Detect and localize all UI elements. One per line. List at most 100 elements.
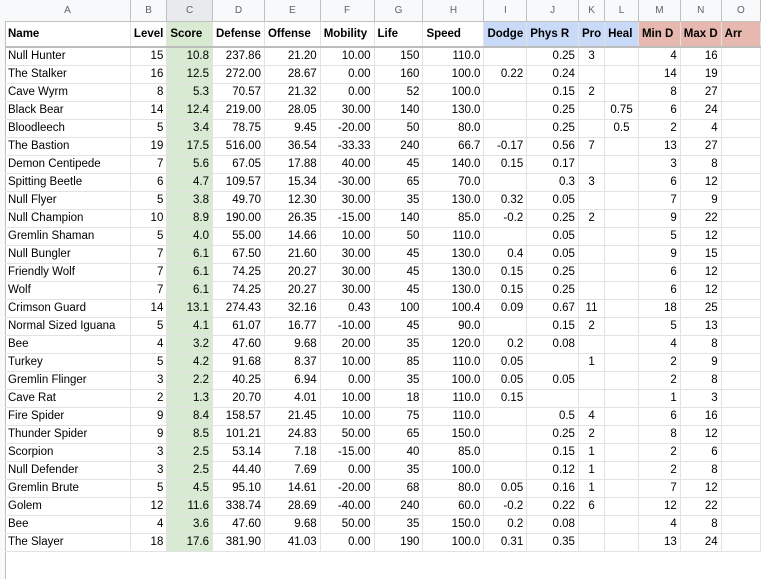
cell-h[interactable]: 100.4: [422, 299, 485, 318]
cell-f[interactable]: 0.00: [320, 461, 375, 480]
cell-m[interactable]: 2: [638, 371, 681, 390]
column-header-n[interactable]: N: [680, 0, 722, 22]
cell-j[interactable]: 0.3: [526, 173, 579, 192]
cell-f[interactable]: -15.00: [320, 443, 375, 462]
cell-c[interactable]: 3.8: [166, 191, 213, 210]
cell-n[interactable]: 9: [680, 191, 722, 210]
cell-h[interactable]: 130.0: [422, 191, 485, 210]
cell-i[interactable]: [483, 425, 528, 444]
cell-d[interactable]: 55.00: [212, 227, 265, 246]
cell-i[interactable]: 0.4: [483, 245, 528, 264]
cell-g[interactable]: 140: [374, 209, 424, 228]
cell-c[interactable]: 6.1: [166, 263, 213, 282]
cell-e[interactable]: 20.27: [264, 281, 321, 300]
cell-b[interactable]: 3: [130, 461, 168, 480]
cell-b[interactable]: 7: [130, 155, 168, 174]
cell-c[interactable]: 8.5: [166, 425, 213, 444]
cell-b[interactable]: 5: [130, 191, 168, 210]
cell-k[interactable]: 1: [578, 353, 606, 372]
cell-n[interactable]: 24: [680, 533, 722, 552]
cell-n[interactable]: 8: [680, 335, 722, 354]
cell-l[interactable]: [604, 209, 639, 228]
cell-o[interactable]: [721, 191, 761, 210]
cell-n[interactable]: 12: [680, 281, 722, 300]
column-header-a[interactable]: A: [5, 0, 131, 22]
cell-b[interactable]: 16: [130, 65, 168, 84]
cell-e[interactable]: 14.66: [264, 227, 321, 246]
cell-o[interactable]: [721, 335, 761, 354]
cell-n[interactable]: 6: [680, 443, 722, 462]
cell-f[interactable]: 10.00: [320, 47, 375, 66]
cell-i[interactable]: -0.2: [483, 209, 528, 228]
cell-k[interactable]: 4: [578, 407, 606, 426]
header-cell[interactable]: Arr: [721, 21, 761, 48]
cell-b[interactable]: 15: [130, 47, 168, 66]
cell-g[interactable]: 240: [374, 497, 424, 516]
cell-n[interactable]: 15: [680, 245, 722, 264]
cell-e[interactable]: 26.35: [264, 209, 321, 228]
cell-g[interactable]: 100: [374, 299, 424, 318]
cell-c[interactable]: 3.6: [166, 515, 213, 534]
cell-l[interactable]: [604, 371, 639, 390]
cell-o[interactable]: [721, 83, 761, 102]
cell-l[interactable]: [604, 515, 639, 534]
column-header-j[interactable]: J: [526, 0, 579, 22]
cell-c[interactable]: 1.3: [166, 389, 213, 408]
cell-b[interactable]: 14: [130, 101, 168, 120]
cell-m[interactable]: 3: [638, 155, 681, 174]
cell-o[interactable]: [721, 389, 761, 408]
cell-j[interactable]: 0.17: [526, 155, 579, 174]
cell-i[interactable]: [483, 119, 528, 138]
cell-c[interactable]: 17.6: [166, 533, 213, 552]
cell-k[interactable]: [578, 389, 606, 408]
cell-n[interactable]: 25: [680, 299, 722, 318]
cell-g[interactable]: 190: [374, 533, 424, 552]
cell-l[interactable]: [604, 281, 639, 300]
cell-l[interactable]: 0.75: [604, 101, 639, 120]
column-header-b[interactable]: B: [130, 0, 168, 22]
cell-d[interactable]: 95.10: [212, 479, 265, 498]
cell-j[interactable]: 0.05: [526, 371, 579, 390]
cell-d[interactable]: 47.60: [212, 335, 265, 354]
cell-i[interactable]: [483, 47, 528, 66]
cell-h[interactable]: 80.0: [422, 479, 485, 498]
cell-h[interactable]: 100.0: [422, 533, 485, 552]
cell-f[interactable]: 0.43: [320, 299, 375, 318]
cell-d[interactable]: 67.05: [212, 155, 265, 174]
cell-n[interactable]: 27: [680, 137, 722, 156]
cell-a[interactable]: Normal Sized Iguana: [5, 317, 131, 336]
cell-k[interactable]: 7: [578, 137, 606, 156]
cell-h[interactable]: 100.0: [422, 461, 485, 480]
cell-k[interactable]: [578, 119, 606, 138]
cell-l[interactable]: [604, 47, 639, 66]
header-cell[interactable]: Speed: [422, 21, 485, 48]
header-cell[interactable]: Min D: [638, 21, 681, 48]
cell-g[interactable]: 35: [374, 191, 424, 210]
cell-a[interactable]: Null Defender: [5, 461, 131, 480]
cell-e[interactable]: 16.77: [264, 317, 321, 336]
cell-a[interactable]: The Slayer: [5, 533, 131, 552]
cell-c[interactable]: 4.2: [166, 353, 213, 372]
cell-k[interactable]: 1: [578, 443, 606, 462]
cell-c[interactable]: 4.1: [166, 317, 213, 336]
cell-a[interactable]: Gremlin Shaman: [5, 227, 131, 246]
cell-o[interactable]: [721, 497, 761, 516]
cell-g[interactable]: 40: [374, 443, 424, 462]
cell-b[interactable]: 10: [130, 209, 168, 228]
cell-l[interactable]: [604, 137, 639, 156]
cell-h[interactable]: 70.0: [422, 173, 485, 192]
cell-n[interactable]: 16: [680, 407, 722, 426]
cell-a[interactable]: Golem: [5, 497, 131, 516]
cell-n[interactable]: 19: [680, 65, 722, 84]
cell-c[interactable]: 4.0: [166, 227, 213, 246]
cell-n[interactable]: 27: [680, 83, 722, 102]
cell-h[interactable]: 130.0: [422, 245, 485, 264]
cell-f[interactable]: -10.00: [320, 317, 375, 336]
cell-b[interactable]: 5: [130, 227, 168, 246]
cell-a[interactable]: Friendly Wolf: [5, 263, 131, 282]
cell-j[interactable]: 0.56: [526, 137, 579, 156]
cell-k[interactable]: [578, 371, 606, 390]
cell-l[interactable]: [604, 173, 639, 192]
cell-e[interactable]: 7.69: [264, 461, 321, 480]
cell-a[interactable]: Black Bear: [5, 101, 131, 120]
